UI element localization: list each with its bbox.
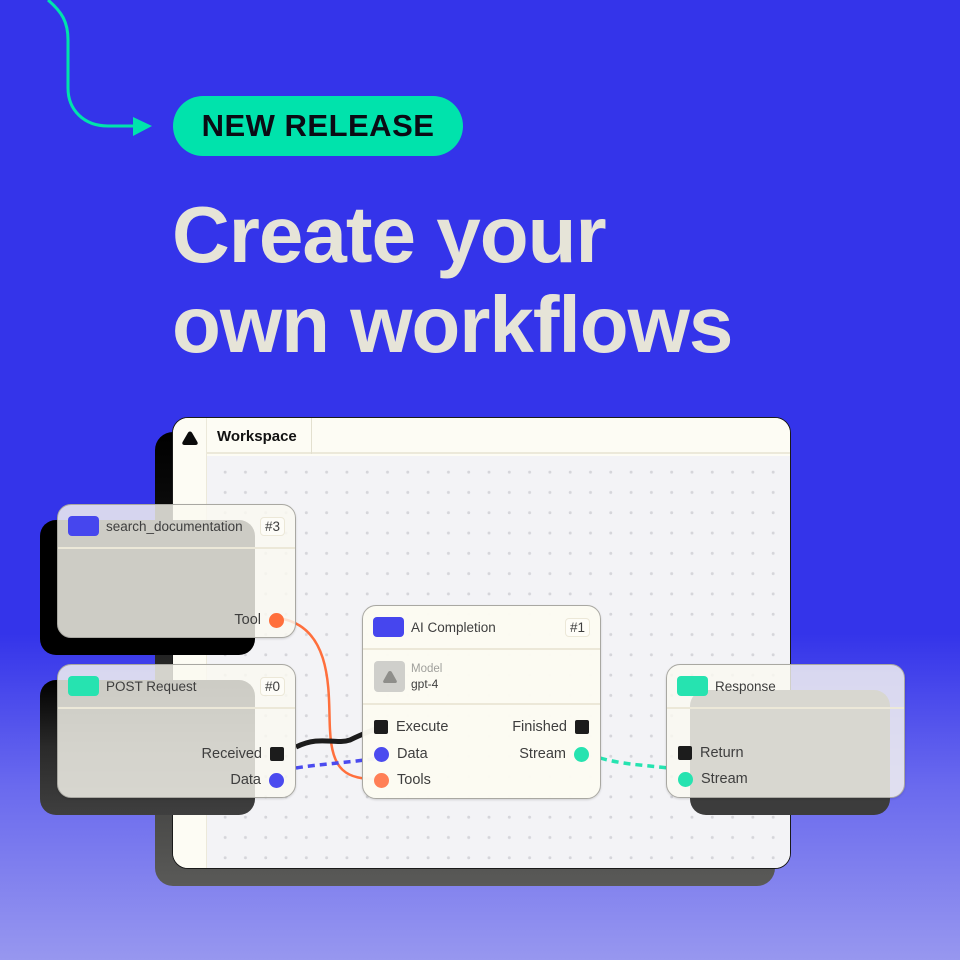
port-circle-icon[interactable]: [269, 612, 284, 628]
input-port-execute[interactable]: Execute: [374, 719, 448, 735]
badge-label: NEW RELEASE: [201, 108, 435, 143]
output-port-finished[interactable]: Finished: [512, 719, 589, 735]
node-number-badge: #3: [259, 516, 285, 536]
port-label: Data: [230, 772, 261, 788]
node-header: AI Completion #1: [363, 606, 600, 650]
arrow-head-icon: [133, 117, 152, 136]
node-number-badge: #1: [564, 617, 590, 637]
node-color-swatch: [373, 617, 404, 637]
node-number-badge: #0: [259, 676, 285, 696]
port-circle-icon[interactable]: [374, 772, 389, 788]
port-square-icon[interactable]: [678, 746, 692, 760]
output-port-data[interactable]: Data: [230, 772, 284, 788]
port-circle-icon[interactable]: [269, 772, 284, 788]
node-header: Response: [667, 665, 904, 709]
tab-workspace-label: Workspace: [217, 427, 297, 445]
input-port-tools[interactable]: Tools: [374, 772, 431, 788]
model-label: Model: [411, 663, 443, 675]
port-square-icon[interactable]: [270, 747, 284, 761]
port-label: Return: [700, 745, 744, 761]
node-header: search_documentation #3: [58, 505, 295, 549]
node-post-request[interactable]: POST Request #0 Received Data: [57, 664, 296, 798]
input-port-return[interactable]: Return: [678, 745, 744, 761]
port-square-icon[interactable]: [374, 720, 388, 734]
arrow-curve: [47, 0, 138, 128]
model-selector[interactable]: Model gpt-4: [363, 650, 600, 705]
output-port-stream[interactable]: Stream: [519, 746, 589, 762]
port-label: Data: [397, 746, 428, 762]
port-square-icon[interactable]: [575, 720, 589, 734]
port-label: Tools: [397, 772, 431, 788]
input-port-data[interactable]: Data: [374, 746, 428, 762]
node-title: POST Request: [106, 678, 197, 694]
port-label: Stream: [519, 746, 566, 762]
node-color-swatch: [68, 676, 99, 696]
node-response[interactable]: Response Return Stream: [666, 664, 905, 798]
node-title: AI Completion: [411, 619, 496, 635]
tab-workspace[interactable]: Workspace: [207, 418, 312, 454]
input-port-stream[interactable]: Stream: [678, 771, 748, 787]
port-circle-icon[interactable]: [374, 746, 389, 762]
node-color-swatch: [68, 516, 99, 536]
model-value: gpt-4: [411, 677, 439, 691]
node-title: search_documentation: [106, 518, 243, 534]
port-label: Finished: [512, 719, 567, 735]
port-circle-icon[interactable]: [574, 746, 589, 762]
model-triangle-icon: [374, 661, 405, 692]
triangle-logo-icon[interactable]: [181, 430, 199, 446]
headline-line-1: Create your: [172, 190, 607, 279]
port-label: Execute: [396, 719, 449, 735]
headline-line-2: own workflows: [172, 280, 733, 369]
new-release-badge: NEW RELEASE: [173, 96, 463, 156]
node-header: POST Request #0: [58, 665, 295, 709]
node-search-documentation[interactable]: search_documentation #3 Tool: [57, 504, 296, 638]
node-title: Response: [715, 678, 776, 694]
tab-bar: Workspace: [207, 418, 790, 454]
output-port-received[interactable]: Received: [202, 746, 284, 762]
port-label: Stream: [701, 771, 748, 787]
headline: Create your own workflows: [172, 190, 733, 370]
port-label: Tool: [234, 612, 261, 628]
output-port-tool[interactable]: Tool: [234, 612, 284, 628]
node-color-swatch: [677, 676, 708, 696]
node-ai-completion[interactable]: AI Completion #1 Model gpt-4 Execute Dat…: [362, 605, 601, 799]
port-label: Received: [201, 746, 262, 762]
port-circle-icon[interactable]: [678, 771, 693, 787]
